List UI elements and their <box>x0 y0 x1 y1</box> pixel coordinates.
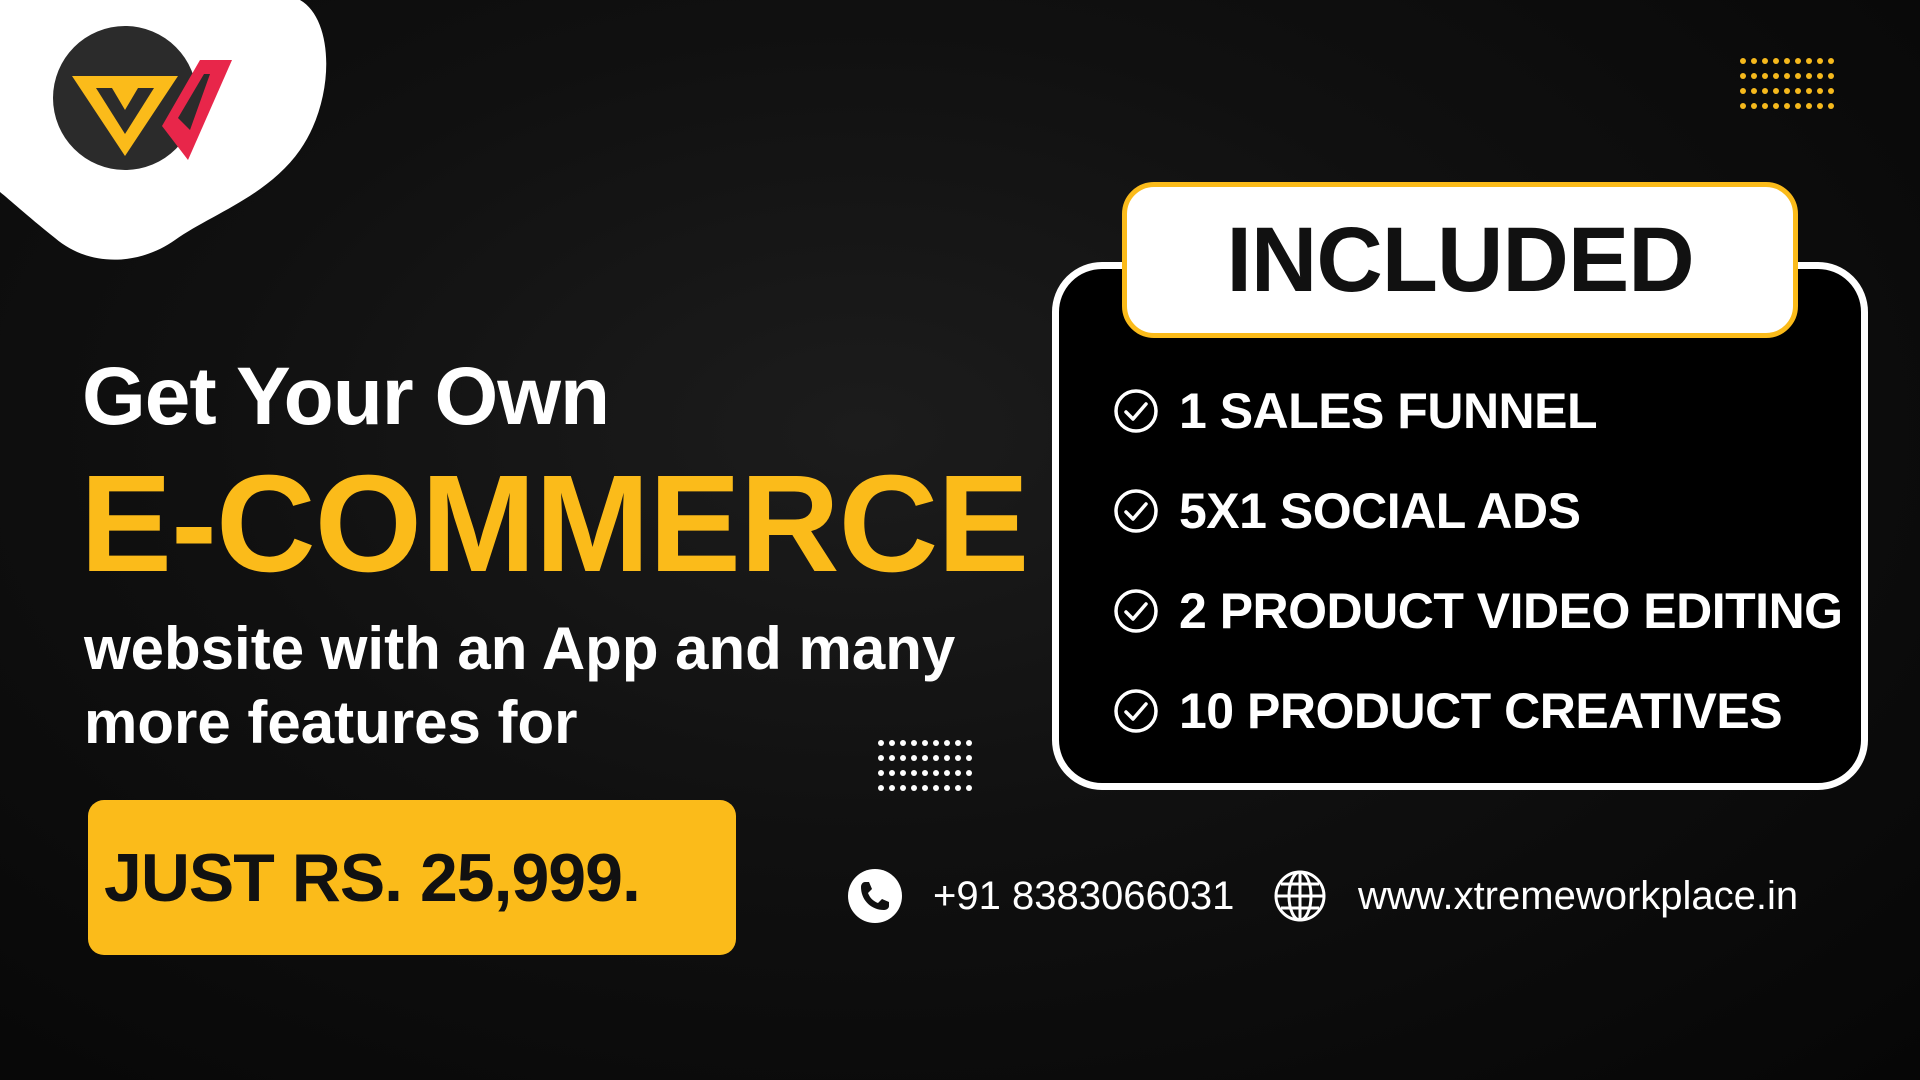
xw-logo-icon <box>53 26 232 170</box>
included-item: 1 SALES FUNNEL <box>1113 382 1598 440</box>
check-circle-icon <box>1114 389 1158 433</box>
headline-description: website with an App and many more featur… <box>84 615 956 756</box>
headline-main: E-COMMERCE <box>80 447 1029 601</box>
phone-icon <box>848 869 902 923</box>
globe-icon <box>1274 870 1326 922</box>
included-item-label: 5X1 SOCIAL ADS <box>1179 483 1581 539</box>
decor-dots-yellow <box>1740 58 1834 109</box>
included-item: 2 PRODUCT VIDEO EDITING <box>1113 582 1843 640</box>
included-item-label: 10 PRODUCT CREATIVES <box>1179 683 1783 739</box>
price-badge: JUST RS. 25,999. <box>88 800 736 955</box>
website-url: www.xtremeworkplace.in <box>1358 873 1799 918</box>
included-item: 10 PRODUCT CREATIVES <box>1113 682 1783 740</box>
included-item: 5X1 SOCIAL ADS <box>1113 482 1581 540</box>
check-circle-icon <box>1114 689 1158 733</box>
price-label: JUST RS. 25,999. <box>104 839 641 916</box>
check-circle-icon <box>1114 489 1158 533</box>
phone-contact[interactable]: +91 8383066031 <box>847 868 1234 924</box>
included-header: INCLUDED <box>1122 182 1798 338</box>
included-item-label: 1 SALES FUNNEL <box>1179 383 1598 439</box>
check-circle-icon <box>1114 589 1158 633</box>
decor-dots-white <box>878 740 972 791</box>
phone-number: +91 8383066031 <box>933 873 1235 918</box>
website-contact[interactable]: www.xtremeworkplace.in <box>1272 868 1798 924</box>
included-title: INCLUDED <box>1226 208 1694 311</box>
included-item-label: 2 PRODUCT VIDEO EDITING <box>1179 583 1843 639</box>
headline-intro: Get Your Own <box>82 351 610 442</box>
